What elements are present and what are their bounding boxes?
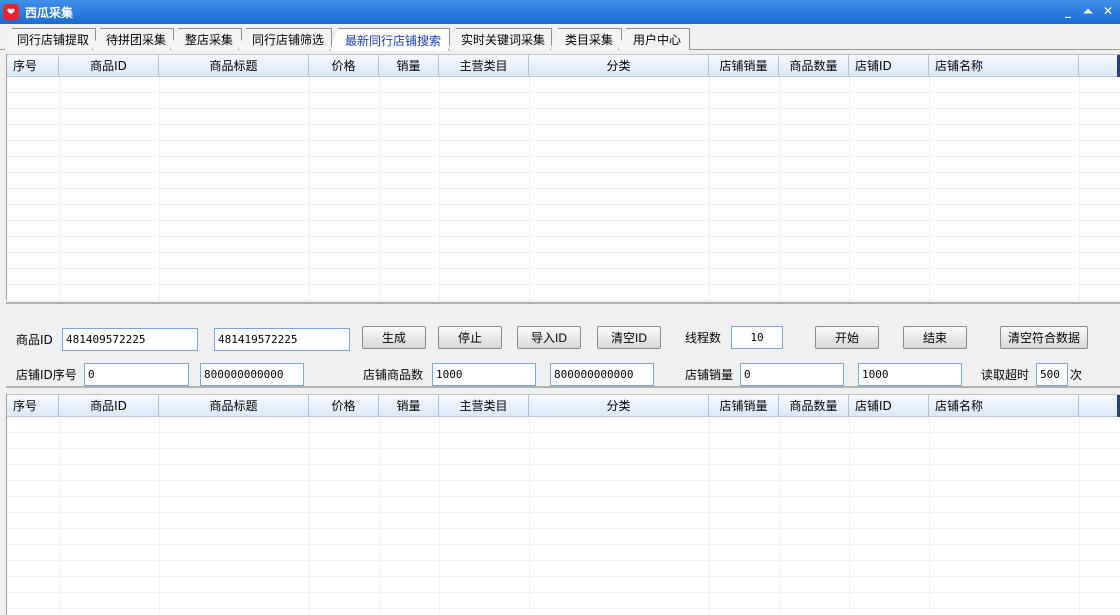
tab-user-center[interactable]: 用户中心 xyxy=(618,28,690,50)
timeout-unit: 次 xyxy=(1070,368,1083,382)
shop-goods-label: 店铺商品数 xyxy=(363,368,424,382)
shop-id-from-input[interactable] xyxy=(84,363,189,386)
clear-id-button[interactable]: 清空ID xyxy=(597,326,661,349)
col-shop-sales[interactable]: 店铺销量 xyxy=(709,55,779,77)
tab-peer-shop-extract[interactable]: 同行店铺提取 xyxy=(4,28,96,50)
start-button[interactable]: 开始 xyxy=(815,326,879,349)
table-body[interactable] xyxy=(7,417,1120,615)
col-shop-id[interactable]: 店铺ID xyxy=(849,395,929,417)
table-header: 序号 商品ID 商品标题 价格 销量 主营类目 分类 店铺销量 商品数量 店铺I… xyxy=(7,54,1120,78)
results-table-bottom[interactable]: 序号 商品ID 商品标题 价格 销量 主营类目 分类 店铺销量 商品数量 店铺I… xyxy=(6,394,1120,615)
col-price[interactable]: 价格 xyxy=(309,395,379,417)
col-category[interactable]: 分类 xyxy=(529,55,709,77)
col-shop-id[interactable]: 店铺ID xyxy=(849,55,929,77)
col-shop-name[interactable]: 店铺名称 xyxy=(929,55,1079,77)
minimize-icon[interactable]: _ xyxy=(1060,3,1076,19)
col-price[interactable]: 价格 xyxy=(309,55,379,77)
col-product-title[interactable]: 商品标题 xyxy=(159,55,309,77)
col-main-category[interactable]: 主营类目 xyxy=(439,55,529,77)
tab-peer-shop-filter[interactable]: 同行店铺筛选 xyxy=(238,28,332,50)
col-shop-name[interactable]: 店铺名称 xyxy=(929,395,1079,417)
window-title: 西瓜采集 xyxy=(25,5,74,20)
stop-button[interactable]: 停止 xyxy=(438,326,502,349)
col-category[interactable]: 分类 xyxy=(529,395,709,417)
shop-id-to-input[interactable] xyxy=(200,363,304,386)
tab-latest-peer-shop-search[interactable]: 最新同行店铺搜索 xyxy=(330,28,450,51)
shop-sales-from-input[interactable] xyxy=(740,363,844,386)
shop-id-seq-label: 店铺ID序号 xyxy=(16,368,77,382)
shop-goods-to-input[interactable] xyxy=(550,363,654,386)
col-goods-count[interactable]: 商品数量 xyxy=(779,395,849,417)
melon-logo-icon: ❤ xyxy=(3,4,19,20)
shop-sales-label: 店铺销量 xyxy=(685,368,734,382)
generate-button[interactable]: 生成 xyxy=(362,326,426,349)
col-sales[interactable]: 销量 xyxy=(379,395,439,417)
col-shop-sales[interactable]: 店铺销量 xyxy=(709,395,779,417)
product-id-to-input[interactable] xyxy=(214,328,350,351)
col-goods-count[interactable]: 商品数量 xyxy=(779,55,849,77)
timeout-label: 读取超时 xyxy=(981,368,1030,382)
col-index[interactable]: 序号 xyxy=(7,55,59,77)
shop-sales-to-input[interactable] xyxy=(858,363,962,386)
product-id-label: 商品ID xyxy=(16,333,53,347)
tab-realtime-keyword-collect[interactable]: 实时关键词采集 xyxy=(448,28,552,50)
tab-group-buy-collect[interactable]: 待拼团采集 xyxy=(92,28,174,50)
col-index[interactable]: 序号 xyxy=(7,395,59,417)
maximize-icon[interactable]: ⏶ xyxy=(1080,3,1096,19)
close-icon[interactable]: ✕ xyxy=(1100,3,1116,19)
tab-bar: 同行店铺提取 待拼团采集 整店采集 同行店铺筛选 最新同行店铺搜索 实时关键词采… xyxy=(0,24,1120,51)
timeout-input[interactable] xyxy=(1036,363,1068,386)
col-product-title[interactable]: 商品标题 xyxy=(159,395,309,417)
import-id-button[interactable]: 导入ID xyxy=(517,326,581,349)
col-main-category[interactable]: 主营类目 xyxy=(439,395,529,417)
col-sales[interactable]: 销量 xyxy=(379,55,439,77)
clear-matched-data-button[interactable]: 清空符合数据 xyxy=(1000,326,1088,349)
control-panel: 商品ID 生成 停止 导入ID 清空ID 线程数 开始 结束 清空符合数据 店铺… xyxy=(6,302,1120,388)
title-bar: ❤ 西瓜采集 _ ⏶ ✕ xyxy=(0,0,1120,24)
shop-goods-from-input[interactable] xyxy=(432,363,536,386)
col-product-id[interactable]: 商品ID xyxy=(59,55,159,77)
tab-whole-shop-collect[interactable]: 整店采集 xyxy=(170,28,242,50)
threads-label: 线程数 xyxy=(685,331,722,345)
threads-input[interactable] xyxy=(731,326,783,349)
table-header: 序号 商品ID 商品标题 价格 销量 主营类目 分类 店铺销量 商品数量 店铺I… xyxy=(7,394,1120,418)
product-id-from-input[interactable] xyxy=(62,328,198,351)
results-table-top[interactable]: 序号 商品ID 商品标题 价格 销量 主营类目 分类 店铺销量 商品数量 店铺I… xyxy=(6,54,1120,300)
tab-category-collect[interactable]: 类目采集 xyxy=(550,28,622,50)
col-product-id[interactable]: 商品ID xyxy=(59,395,159,417)
end-button[interactable]: 结束 xyxy=(903,326,967,349)
table-body[interactable] xyxy=(7,77,1120,300)
